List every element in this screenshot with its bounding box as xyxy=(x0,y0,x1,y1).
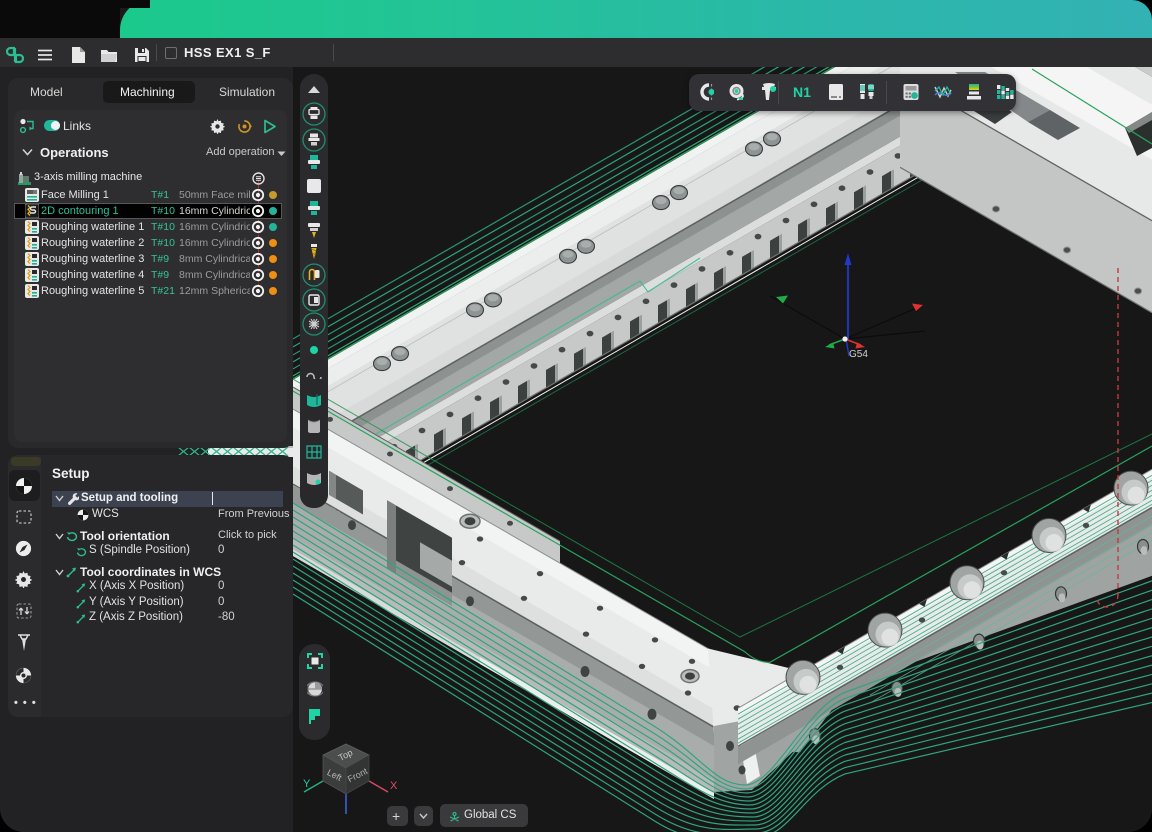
svg-text:G54: G54 xyxy=(849,349,868,360)
svg-text:Y: Y xyxy=(303,778,311,790)
svg-text:X: X xyxy=(390,780,398,792)
